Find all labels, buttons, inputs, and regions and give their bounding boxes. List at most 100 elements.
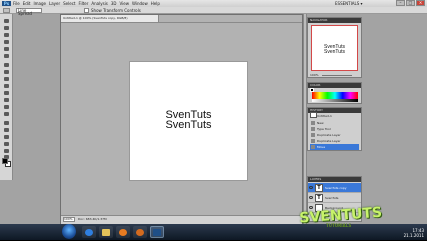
wand-tool-icon[interactable] bbox=[2, 39, 10, 45]
history-step-icon bbox=[311, 127, 315, 131]
taskbar-photoshop[interactable] bbox=[150, 226, 164, 238]
start-orb-icon[interactable] bbox=[62, 224, 76, 239]
navigator-header[interactable]: NAVIGATOR bbox=[308, 18, 361, 23]
close-button[interactable]: × bbox=[416, 0, 425, 6]
menu-layer[interactable]: Layer bbox=[49, 1, 60, 6]
history-item-label: New bbox=[317, 121, 324, 125]
photoshop-icon bbox=[153, 228, 161, 236]
navigator-thumbnail[interactable]: SvenTuts SvenTuts bbox=[311, 25, 358, 71]
color-panel: COLOR bbox=[307, 82, 362, 104]
navigator-zoom-slider[interactable] bbox=[322, 75, 352, 76]
history-step-icon bbox=[311, 133, 315, 137]
menu-file[interactable]: File bbox=[13, 1, 20, 6]
history-item-selected[interactable]: Move bbox=[310, 144, 359, 150]
system-tray: 17:43 21.1.2011 bbox=[364, 224, 427, 240]
maximize-button[interactable]: □ bbox=[406, 0, 415, 6]
mode-select[interactable]: Line Spread bbox=[16, 8, 42, 16]
stamp-tool-icon[interactable] bbox=[2, 76, 10, 82]
pen-tool-icon[interactable] bbox=[2, 120, 10, 126]
menu-view[interactable]: View bbox=[120, 1, 130, 6]
ie-icon bbox=[85, 228, 93, 236]
snapshot-thumbnail bbox=[310, 112, 317, 118]
history-brush-icon[interactable] bbox=[2, 83, 10, 89]
type-layer-thumbnail: T bbox=[315, 184, 323, 192]
history-item-label: Duplicate Layer bbox=[317, 133, 341, 137]
taskbar-media-player[interactable] bbox=[116, 226, 130, 238]
history-step-icon bbox=[311, 145, 315, 149]
history-item-label: Move bbox=[317, 145, 326, 149]
lasso-tool-icon[interactable] bbox=[2, 32, 10, 38]
document-tab[interactable]: Untitled-1 @ 100% (SvenTuts copy, RGB/8) bbox=[61, 15, 159, 22]
marquee-tool-icon[interactable] bbox=[2, 25, 10, 31]
history-step-icon bbox=[311, 139, 315, 143]
blur-tool-icon[interactable] bbox=[2, 104, 10, 110]
options-bar: Line Spread Show Transform Controls bbox=[0, 7, 427, 16]
menu-analysis[interactable]: Analysis bbox=[91, 1, 107, 6]
eraser-tool-icon[interactable] bbox=[2, 90, 10, 96]
clock-date: 21.1.2011 bbox=[403, 233, 424, 238]
gradient-tool-icon[interactable] bbox=[2, 97, 10, 103]
document-window: Untitled-1 @ 100% (SvenTuts copy, RGB/8)… bbox=[60, 14, 303, 224]
menu-help[interactable]: Help bbox=[151, 1, 160, 6]
history-item-label: Duplicate Layer bbox=[317, 139, 341, 143]
main-menu: File Edit Image Layer Select Filter Anal… bbox=[13, 1, 160, 6]
layer-row-selected[interactable]: T SvenTuts copy bbox=[308, 183, 361, 193]
grayscale-ramp[interactable] bbox=[312, 99, 358, 102]
layers-header[interactable]: LAYERS bbox=[308, 177, 361, 182]
menu-filter[interactable]: Filter bbox=[78, 1, 88, 6]
nav-thumb-line: SvenTuts bbox=[324, 49, 345, 55]
taskbar-explorer[interactable] bbox=[99, 226, 113, 238]
firefox-icon bbox=[136, 228, 144, 236]
type-layer-thumbnail: T bbox=[315, 194, 323, 202]
layer-name: SvenTuts bbox=[325, 196, 339, 200]
eyedropper-tool-icon[interactable] bbox=[2, 53, 10, 59]
menu-bar: Ps File Edit Image Layer Select Filter A… bbox=[0, 0, 427, 7]
brush-tool-icon[interactable] bbox=[2, 69, 10, 75]
taskbar-ie[interactable] bbox=[82, 226, 96, 238]
workspace-switcher[interactable]: ESSENTIALS ▾ bbox=[335, 1, 363, 6]
taskbar-firefox[interactable] bbox=[133, 226, 147, 238]
shape-tool-icon[interactable] bbox=[2, 141, 10, 147]
history-item-label: Untitled-1 bbox=[317, 114, 332, 118]
ps-logo-icon: Ps bbox=[2, 1, 11, 6]
navigator-panel: NAVIGATOR SvenTuts SvenTuts 100% bbox=[307, 17, 362, 78]
window-controls: – □ × bbox=[396, 0, 425, 6]
clock[interactable]: 17:43 21.1.2011 bbox=[404, 228, 424, 238]
toolbox bbox=[0, 14, 13, 180]
history-panel: HISTORY Untitled-1 New Type Tool Duplica… bbox=[307, 107, 362, 151]
doc-size-info: Doc: 683.4K/1.37M bbox=[78, 217, 107, 221]
menu-3d[interactable]: 3D bbox=[111, 1, 117, 6]
menu-select[interactable]: Select bbox=[63, 1, 75, 6]
document-status-bar: 100% Doc: 683.4K/1.37M bbox=[61, 215, 302, 224]
eye-icon[interactable] bbox=[309, 186, 313, 189]
photoshop-window: Ps File Edit Image Layer Select Filter A… bbox=[0, 0, 427, 224]
watermark-subtitle: TUTORIALS bbox=[326, 223, 352, 228]
menu-image[interactable]: Image bbox=[33, 1, 46, 6]
menu-edit[interactable]: Edit bbox=[23, 1, 31, 6]
menu-window[interactable]: Window bbox=[132, 1, 148, 6]
folder-icon bbox=[102, 228, 110, 236]
history-item-label: Type Tool bbox=[317, 127, 331, 131]
color-ramp[interactable] bbox=[312, 92, 358, 99]
current-tool-icon[interactable] bbox=[3, 8, 10, 13]
history-snapshot[interactable]: Untitled-1 bbox=[310, 113, 359, 119]
foreground-color-swatch[interactable] bbox=[2, 158, 8, 164]
move-tool-icon[interactable] bbox=[2, 18, 10, 24]
media-player-icon bbox=[119, 228, 127, 236]
canvas[interactable]: SvenTuts SvenTuts bbox=[130, 62, 247, 180]
type-tool-icon[interactable] bbox=[2, 127, 10, 133]
color-header[interactable]: COLOR bbox=[308, 83, 361, 88]
heal-tool-icon[interactable] bbox=[2, 62, 10, 68]
layer-name: SvenTuts copy bbox=[325, 186, 347, 190]
crop-tool-icon[interactable] bbox=[2, 46, 10, 52]
show-transform-checkbox[interactable] bbox=[84, 8, 89, 13]
path-select-icon[interactable] bbox=[2, 134, 10, 140]
canvas-text-layer[interactable]: SvenTuts bbox=[130, 120, 247, 131]
history-step-icon bbox=[311, 121, 315, 125]
dodge-tool-icon[interactable] bbox=[2, 111, 10, 117]
minimize-button[interactable]: – bbox=[396, 0, 405, 6]
zoom-field[interactable]: 100% bbox=[63, 217, 75, 222]
tab-divider bbox=[61, 22, 302, 23]
eye-icon[interactable] bbox=[309, 196, 313, 199]
layer-row[interactable]: T SvenTuts bbox=[308, 193, 361, 203]
